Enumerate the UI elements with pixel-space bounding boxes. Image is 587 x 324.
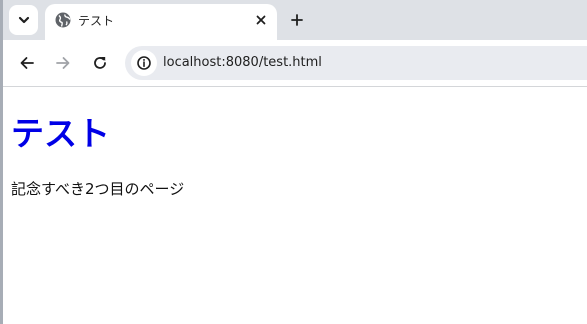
url-text[interactable]: localhost:8080/test.html	[163, 55, 322, 70]
tab-title: テスト	[78, 14, 115, 28]
arrow-left-icon	[20, 57, 34, 69]
chevron-down-icon	[18, 16, 29, 24]
forward-button[interactable]	[52, 52, 74, 74]
tab-strip: テスト	[3, 0, 587, 40]
tab-close-button[interactable]	[251, 10, 271, 30]
active-tab[interactable]: テスト	[45, 4, 277, 40]
browser-window: テスト localhost:8080/test.html テスト 記念すべき2つ…	[0, 0, 587, 324]
back-button[interactable]	[16, 52, 38, 74]
globe-icon	[55, 12, 71, 28]
close-icon	[256, 15, 266, 25]
page-heading: テスト	[11, 114, 110, 153]
site-info-button[interactable]	[131, 50, 157, 76]
plus-icon	[291, 14, 303, 26]
new-tab-button[interactable]	[285, 8, 309, 32]
reload-icon	[94, 57, 106, 69]
page-paragraph: 記念すべき2つ目のページ	[11, 180, 185, 198]
arrow-right-icon	[56, 57, 70, 69]
address-bar[interactable]: localhost:8080/test.html	[125, 46, 587, 80]
tab-search-button[interactable]	[9, 5, 38, 35]
reload-button[interactable]	[89, 52, 111, 74]
toolbar: localhost:8080/test.html	[3, 40, 587, 87]
page-content: テスト 記念すべき2つ目のページ	[3, 88, 587, 324]
info-icon	[137, 56, 151, 70]
